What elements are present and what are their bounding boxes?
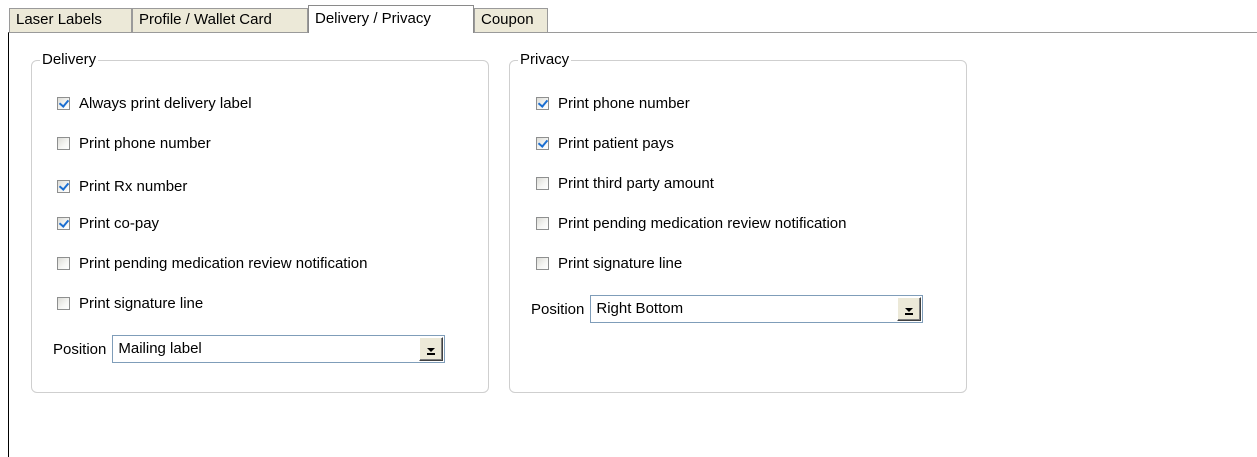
- privacy-group-title: Privacy: [518, 51, 572, 69]
- checkbox[interactable]: [57, 136, 70, 150]
- checkbox-label: Print signature line: [558, 254, 683, 272]
- checkbox-label: Print co-pay: [79, 214, 160, 232]
- checkbox[interactable]: [57, 296, 70, 310]
- tab-coupon[interactable]: Coupon: [474, 8, 548, 32]
- checkbox[interactable]: [536, 256, 549, 270]
- tab-delivery-privacy[interactable]: Delivery / Privacy: [308, 5, 474, 33]
- delivery-position-row: Position Mailing label: [53, 335, 446, 363]
- tab-laser-labels[interactable]: Laser Labels: [9, 8, 132, 32]
- privacy-position-row: Position Right Bottom: [531, 295, 924, 323]
- delivery-position-value: Mailing label: [118, 340, 202, 357]
- checkbox-label: Print patient pays: [558, 134, 674, 152]
- checkbox[interactable]: [536, 216, 549, 230]
- privacy-position-value: Right Bottom: [596, 300, 684, 317]
- delivery-position-select[interactable]: Mailing label: [112, 335, 446, 363]
- checkbox[interactable]: [57, 216, 70, 230]
- dropdown-arrow-icon[interactable]: [897, 297, 922, 321]
- delivery-always-print-label-option[interactable]: Always print delivery label: [57, 93, 252, 113]
- checkbox-label: Print phone number: [558, 94, 690, 112]
- dropdown-arrow-icon[interactable]: [419, 337, 444, 361]
- checkbox[interactable]: [57, 256, 70, 270]
- checkbox-label: Print phone number: [79, 134, 211, 152]
- checkbox[interactable]: [536, 136, 549, 150]
- privacy-print-patient-pays-option[interactable]: Print patient pays: [536, 133, 674, 153]
- checkbox[interactable]: [57, 179, 70, 193]
- privacy-print-signature-line-option[interactable]: Print signature line: [536, 253, 682, 273]
- checkbox[interactable]: [536, 96, 549, 110]
- checkbox[interactable]: [57, 96, 70, 110]
- checkbox-label: Print pending medication review notifica…: [79, 254, 368, 272]
- delivery-group-title: Delivery: [40, 51, 99, 69]
- delivery-position-label: Position: [53, 340, 107, 358]
- checkbox-label: Print pending medication review notifica…: [558, 214, 847, 232]
- tab-strip: Laser Labels Profile / Wallet Card Deliv…: [0, 0, 1257, 34]
- privacy-print-pending-review-option[interactable]: Print pending medication review notifica…: [536, 213, 847, 233]
- delivery-print-rx-number-option[interactable]: Print Rx number: [57, 176, 187, 196]
- delivery-print-phone-number-option[interactable]: Print phone number: [57, 133, 211, 153]
- checkbox[interactable]: [536, 176, 549, 190]
- privacy-print-third-party-amount-option[interactable]: Print third party amount: [536, 173, 714, 193]
- delivery-print-pending-review-option[interactable]: Print pending medication review notifica…: [57, 253, 368, 273]
- privacy-print-phone-number-option[interactable]: Print phone number: [536, 93, 690, 113]
- checkbox-label: Print Rx number: [79, 177, 188, 195]
- checkbox-label: Always print delivery label: [79, 94, 252, 112]
- tab-profile-wallet-card[interactable]: Profile / Wallet Card: [132, 8, 308, 32]
- checkbox-label: Print third party amount: [558, 174, 714, 192]
- checkbox-label: Print signature line: [79, 294, 204, 312]
- privacy-position-select[interactable]: Right Bottom: [590, 295, 924, 323]
- delivery-print-copay-option[interactable]: Print co-pay: [57, 213, 159, 233]
- privacy-position-label: Position: [531, 300, 585, 318]
- delivery-print-signature-line-option[interactable]: Print signature line: [57, 293, 203, 313]
